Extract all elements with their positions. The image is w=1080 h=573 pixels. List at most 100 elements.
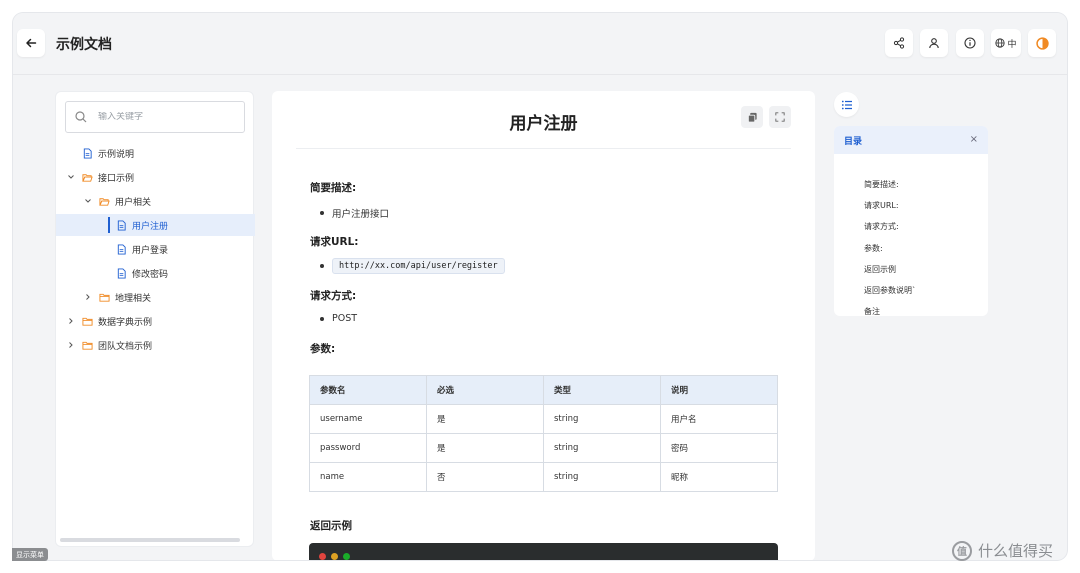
chevron-down-icon[interactable] — [67, 173, 75, 181]
tree-item-data-dictionary[interactable]: 数据字典示例 — [56, 310, 255, 332]
tree-item-user-login[interactable]: 用户登录 — [56, 238, 255, 260]
toc-item[interactable]: 返回示例 — [864, 264, 896, 275]
chevron-right-icon[interactable] — [84, 293, 92, 301]
toc-item[interactable]: 备注 — [864, 306, 880, 316]
copy-button[interactable] — [741, 106, 763, 128]
url-heading: 请求URL: — [310, 236, 359, 248]
page-title: 用户注册 — [509, 114, 578, 134]
window-dot-red — [319, 553, 326, 560]
brief-text: 用户注册接口 — [332, 209, 390, 220]
tree-item-user-register[interactable]: 用户注册 — [56, 214, 255, 236]
sidebar: 示例说明 接口示例 用户相关 用户注册 用户登录 — [55, 91, 255, 547]
folder-open-icon — [82, 173, 93, 182]
theme-toggle-button[interactable] — [1028, 29, 1056, 57]
contrast-icon — [1035, 36, 1049, 50]
folder-open-icon — [99, 197, 110, 206]
tree-item-api-examples[interactable]: 接口示例 — [56, 166, 255, 188]
table-cell: 是 — [426, 433, 544, 463]
chevron-down-icon[interactable] — [84, 197, 92, 205]
search-icon — [75, 111, 87, 123]
tree-item-geo[interactable]: 地理相关 — [56, 286, 255, 308]
table-cell: string — [543, 433, 661, 463]
user-icon — [929, 38, 939, 49]
list-icon — [841, 100, 852, 109]
bullet — [320, 211, 324, 215]
table-header-row: 参数名 必选 类型 说明 — [309, 375, 778, 405]
tree-item-label: 示例说明 — [98, 149, 135, 160]
url-code: http://xx.com/api/user/register — [332, 258, 505, 274]
tree-item-user[interactable]: 用户相关 — [56, 190, 255, 212]
table-cell: password — [309, 433, 427, 463]
tree-item-team-docs[interactable]: 团队文档示例 — [56, 334, 255, 356]
table-header-cell: 必选 — [426, 375, 544, 405]
toc-item[interactable]: 请求方式: — [864, 221, 899, 232]
method-text: POST — [332, 313, 358, 324]
app-window: 示例文档 中 示例说明 — [13, 13, 1067, 560]
main-content: 用户注册 简要描述: 用户注册接口 请求URL: http://xx.com/a… — [272, 91, 815, 560]
watermark-logo-icon: 值 — [952, 540, 972, 561]
tree-item-change-password[interactable]: 修改密码 — [56, 262, 255, 284]
table-header-cell: 说明 — [660, 375, 778, 405]
show-menu-button[interactable]: 显示菜单 — [12, 548, 48, 561]
method-heading: 请求方式: — [310, 290, 357, 302]
toc-item[interactable]: 请求URL: — [864, 200, 899, 211]
bullet — [320, 316, 324, 321]
close-icon[interactable]: × — [970, 134, 978, 145]
table-header-cell: 类型 — [543, 375, 661, 405]
toc-panel: 目录 × 简要描述: 请求URL: 请求方式: 参数: 返回示例 返回参数说明`… — [834, 126, 988, 316]
search-input[interactable] — [98, 112, 238, 122]
code-block — [309, 543, 778, 560]
fullscreen-icon — [775, 112, 785, 122]
toc-toggle-button[interactable] — [834, 92, 859, 117]
toc-item[interactable]: 参数: — [864, 243, 883, 254]
table-cell: 密码 — [660, 433, 778, 463]
toc-item[interactable]: 简要描述: — [864, 179, 899, 190]
table-cell: 否 — [426, 462, 544, 492]
document-icon — [117, 267, 126, 279]
toc-header: 目录 × — [834, 126, 988, 154]
window-dot-yellow — [331, 553, 338, 560]
toc-title: 目录 — [844, 136, 863, 147]
share-button[interactable] — [885, 29, 913, 57]
table-cell: 昵称 — [660, 462, 778, 492]
chevron-right-icon[interactable] — [67, 317, 75, 325]
sidebar-scrollbar[interactable] — [60, 538, 240, 542]
toc-item[interactable]: 返回参数说明` — [864, 285, 916, 296]
fullscreen-button[interactable] — [769, 106, 791, 128]
table-cell: string — [543, 404, 661, 434]
document-icon — [117, 243, 126, 255]
table-cell: username — [309, 404, 427, 434]
language-label: 中 — [1007, 39, 1017, 50]
tree-item-label: 用户注册 — [132, 221, 169, 232]
document-icon — [83, 147, 92, 159]
table-row: name 否 string 昵称 — [309, 462, 778, 492]
table-cell: 用户名 — [660, 404, 778, 434]
top-header: 示例文档 中 — [13, 13, 1067, 75]
tree-item-label: 修改密码 — [132, 269, 169, 280]
params-table: 参数名 必选 类型 说明 username 是 string 用户名 passw… — [309, 375, 778, 492]
language-button[interactable]: 中 — [991, 29, 1021, 57]
watermark: 值 什么值得买 — [952, 540, 1053, 561]
window-dot-green — [343, 553, 350, 560]
tree-item-intro[interactable]: 示例说明 — [56, 142, 255, 164]
search-box[interactable] — [65, 101, 245, 133]
folder-icon — [82, 341, 93, 350]
table-cell: name — [309, 462, 427, 492]
share-icon — [893, 37, 905, 49]
url-item: http://xx.com/api/user/register — [320, 258, 505, 274]
back-button[interactable] — [17, 29, 45, 57]
tree-item-label: 团队文档示例 — [98, 341, 153, 352]
folder-icon — [99, 293, 110, 302]
table-row: username 是 string 用户名 — [309, 404, 778, 434]
info-icon — [964, 37, 976, 49]
user-button[interactable] — [920, 29, 948, 57]
method-item: POST — [320, 313, 357, 324]
chevron-right-icon[interactable] — [67, 341, 75, 349]
brief-item: 用户注册接口 — [320, 206, 389, 220]
watermark-text: 什么值得买 — [978, 542, 1054, 560]
table-row: password 是 string 密码 — [309, 433, 778, 463]
params-heading: 参数: — [310, 343, 336, 355]
info-button[interactable] — [956, 29, 984, 57]
table-header-cell: 参数名 — [309, 375, 427, 405]
return-heading: 返回示例 — [310, 520, 352, 532]
